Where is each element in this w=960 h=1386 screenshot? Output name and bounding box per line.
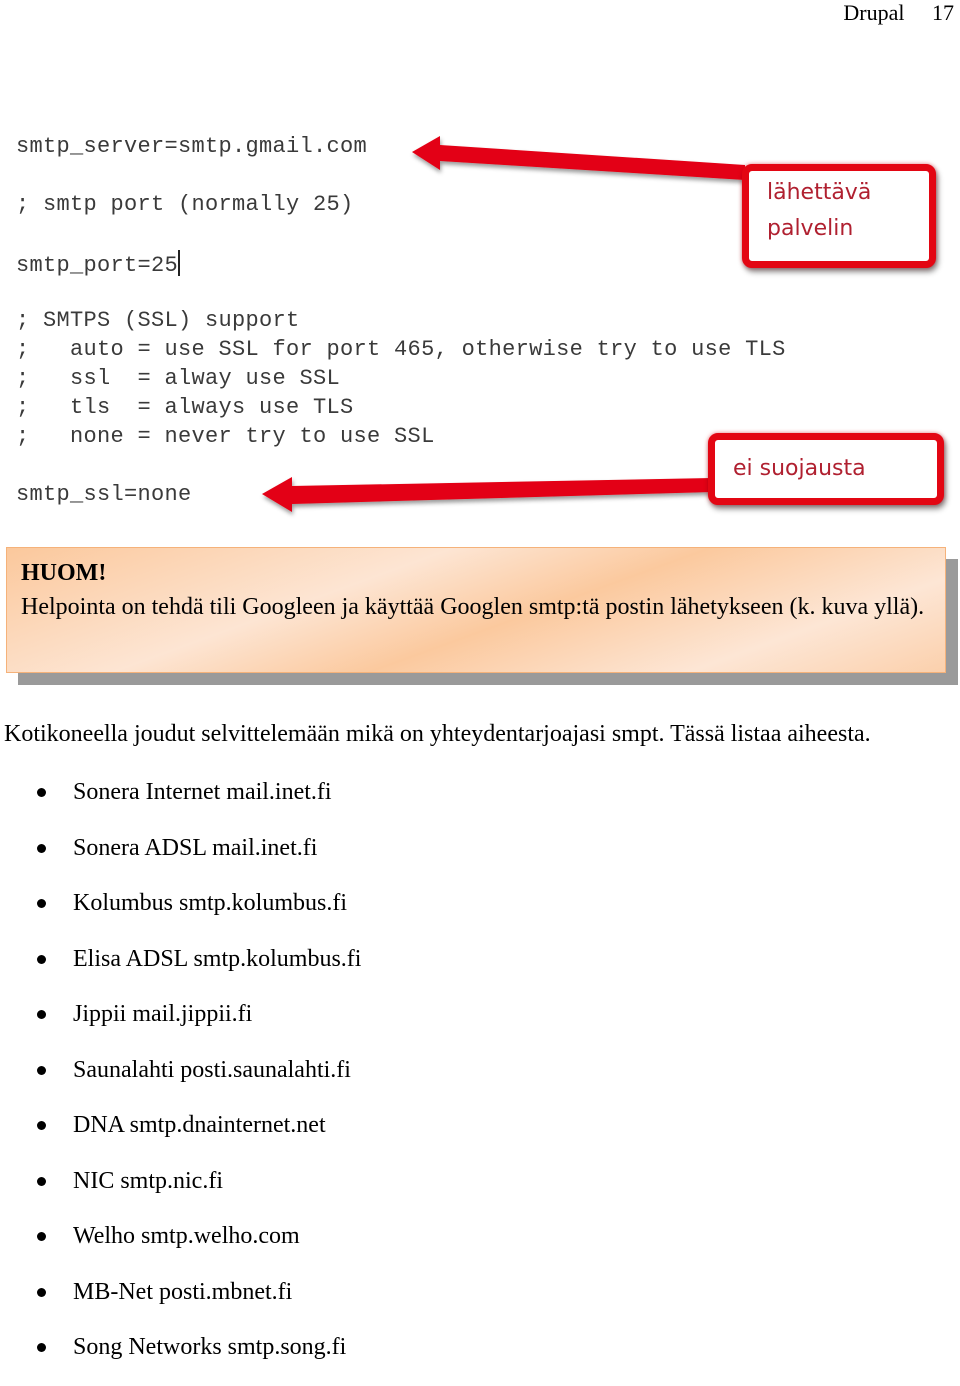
provider-text: Sonera Internet mail.inet.fi (73, 779, 332, 805)
bullet-icon (37, 1176, 46, 1186)
arrow-to-smtp-ssl (262, 477, 712, 512)
provider-text: NIC smtp.nic.fi (73, 1167, 223, 1194)
bullet-icon (37, 1287, 46, 1297)
list-item: Elisa ADSL smtp.kolumbus.fi (0, 942, 361, 998)
list-item: Song Networks smtp.song.fi (0, 1330, 361, 1386)
provider-text: Elisa ADSL smtp.kolumbus.fi (73, 945, 362, 972)
provider-text: Jippii mail.jippii.fi (73, 1001, 253, 1027)
list-item: Jippii mail.jippii.fi (0, 997, 361, 1053)
list-item: Sonera ADSL mail.inet.fi (0, 831, 361, 887)
callout-sending-server: lähettävä palvelin (742, 164, 936, 268)
bullet-icon (37, 788, 46, 797)
callout-line: palvelin (767, 216, 854, 241)
bullet-icon (37, 1065, 46, 1075)
arrow-to-smtp-server (412, 136, 745, 180)
provider-text: Sonera ADSL mail.inet.fi (73, 834, 318, 861)
list-item: Sonera Internet mail.inet.fi (0, 775, 361, 831)
bullet-icon (37, 899, 46, 908)
bullet-icon (37, 1121, 46, 1130)
note-box: HUOM! Helpointa on tehdä tili Googleen j… (6, 547, 946, 673)
list-item: NIC smtp.nic.fi (0, 1164, 361, 1220)
provider-text: Song Networks smtp.song.fi (73, 1334, 347, 1360)
callout-no-encryption: ei suojausta (708, 433, 944, 505)
provider-text: DNA smtp.dnainternet.net (73, 1112, 326, 1138)
document-title: Drupal (843, 0, 905, 25)
list-item: Saunalahti posti.saunalahti.fi (0, 1053, 361, 1109)
list-item: MB-Net posti.mbnet.fi (0, 1275, 361, 1331)
callout-line: lähettävä (767, 180, 872, 205)
provider-text: Saunalahti posti.saunalahti.fi (73, 1056, 351, 1083)
list-item: DNA smtp.dnainternet.net (0, 1108, 361, 1164)
list-item: Kolumbus smtp.kolumbus.fi (0, 886, 361, 942)
config-screenshot: smtp_server=smtp.gmail.com ; smtp port (… (0, 120, 960, 530)
provider-text: Welho smtp.welho.com (73, 1223, 300, 1249)
intro-paragraph: Kotikoneella joudut selvittelemään mikä … (4, 721, 871, 747)
page-number: 17 (932, 0, 954, 25)
bullet-icon (37, 954, 46, 964)
bullet-icon (37, 1343, 46, 1352)
list-item: Welho smtp.welho.com (0, 1219, 361, 1275)
bullet-icon (37, 1010, 46, 1019)
provider-list: Sonera Internet mail.inet.fi Sonera ADSL… (0, 775, 361, 1386)
note-text: Helpointa on tehdä tili Googleen ja käyt… (21, 594, 925, 620)
provider-text: Kolumbus smtp.kolumbus.fi (73, 890, 348, 916)
note-heading: HUOM! (21, 560, 107, 586)
bullet-icon (37, 1232, 46, 1241)
provider-text: MB-Net posti.mbnet.fi (73, 1278, 293, 1305)
page-header: Drupal 17 (843, 0, 954, 26)
callout-line: ei suojausta (733, 456, 866, 481)
bullet-icon (37, 843, 46, 853)
